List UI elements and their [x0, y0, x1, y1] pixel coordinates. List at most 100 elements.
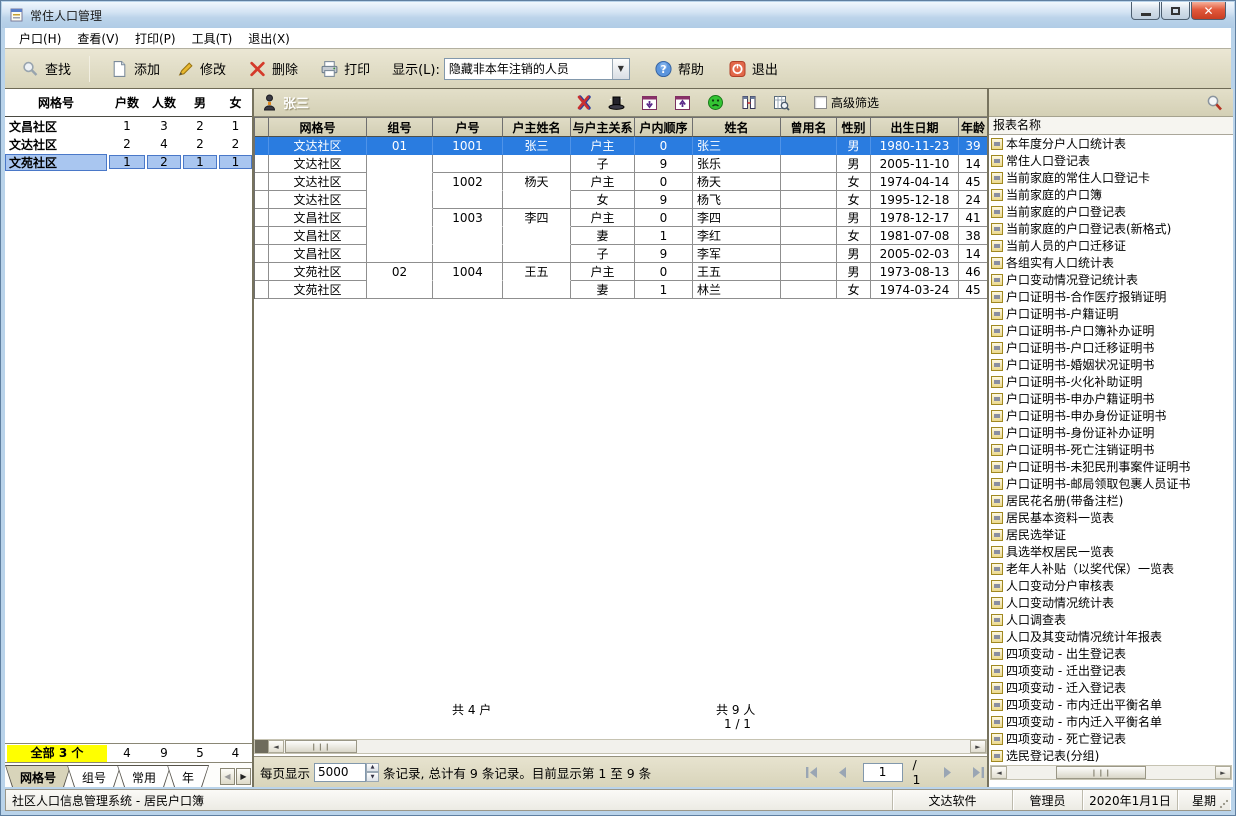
report-item[interactable]: 户口证明书-身份证补办证明	[989, 424, 1233, 441]
report-item[interactable]: 当前家庭的户口登记表	[989, 203, 1233, 220]
scrollbar-thumb[interactable]: ❙❙❙	[1056, 766, 1146, 779]
report-item[interactable]: 四项变动 - 死亡登记表	[989, 730, 1233, 747]
print-button[interactable]: 打印	[312, 55, 378, 82]
spinner-down-icon[interactable]: ▼	[366, 772, 379, 782]
tab-组号[interactable]: 组号	[67, 765, 121, 787]
column-header[interactable]: 网格号	[269, 118, 367, 137]
report-item[interactable]: 四项变动 - 迁入登记表	[989, 679, 1233, 696]
scrollbar-track[interactable]	[1147, 766, 1215, 779]
table-row[interactable]: 文昌社区妻1李红女1981-07-0838	[255, 227, 988, 245]
report-item[interactable]: 人口及其变动情况统计年报表	[989, 628, 1233, 645]
table-row[interactable]: 文达社区1002杨天户主0杨天女1974-04-1445	[255, 173, 988, 191]
table-row[interactable]: 文达社区子9张乐男2005-11-1014	[255, 155, 988, 173]
row-selector[interactable]	[255, 281, 269, 299]
row-selector[interactable]	[255, 209, 269, 227]
scrollbar-thumb[interactable]: ❙❙❙	[285, 740, 357, 753]
report-item[interactable]: 四项变动 - 市内迁出平衡名单	[989, 696, 1233, 713]
report-item[interactable]: 户口变动情况登记统计表	[989, 271, 1233, 288]
column-header[interactable]: 户内顺序	[635, 118, 693, 137]
report-item[interactable]: 当前家庭的户口登记表(新格式)	[989, 220, 1233, 237]
magic-hat-icon[interactable]	[607, 94, 626, 112]
excel-export-icon[interactable]	[574, 94, 593, 112]
table-row[interactable]: 文苑社区妻1林兰女1974-03-2445	[255, 281, 988, 299]
row-selector[interactable]	[255, 137, 269, 155]
row-selector[interactable]	[255, 263, 269, 281]
column-header[interactable]: 与户主关系	[571, 118, 635, 137]
report-item[interactable]: 户口证明书-死亡注销证明书	[989, 441, 1233, 458]
face-status-icon[interactable]	[706, 94, 725, 112]
report-item[interactable]: 户口证明书-火化补助证明	[989, 373, 1233, 390]
menu-item[interactable]: 退出(X)	[240, 28, 298, 49]
tab-年[interactable]: 年	[167, 765, 209, 787]
report-search-icon[interactable]	[1205, 94, 1223, 112]
delete-button[interactable]: 删除	[240, 55, 306, 82]
report-item[interactable]: 四项变动 - 市内迁入平衡名单	[989, 713, 1233, 730]
report-item[interactable]: 各组实有人口统计表	[989, 254, 1233, 271]
table-row[interactable]: 文昌社区子9李军男2005-02-0314	[255, 245, 988, 263]
report-item[interactable]: 户口证明书-户口迁移证明书	[989, 339, 1233, 356]
edit-button[interactable]: 修改	[168, 55, 234, 82]
first-page-button[interactable]	[802, 762, 822, 782]
report-item[interactable]: 户口证明书-合作医疗报销证明	[989, 288, 1233, 305]
menu-item[interactable]: 工具(T)	[184, 28, 241, 49]
report-item[interactable]: 户口证明书-户籍证明	[989, 305, 1233, 322]
column-header[interactable]: 组号	[367, 118, 433, 137]
report-item[interactable]: 户口证明书-婚姻状况证明书	[989, 356, 1233, 373]
menu-item[interactable]: 查看(V)	[69, 28, 127, 49]
report-horizontal-scrollbar[interactable]: ◄ ❙❙❙ ►	[990, 765, 1232, 780]
grid-summary-row[interactable]: 文昌社区1321	[5, 117, 252, 135]
exit-button[interactable]: 退出	[720, 55, 786, 82]
report-item[interactable]: 户口证明书-申办户籍证明书	[989, 390, 1233, 407]
table-row[interactable]: 文达社区011001张三户主0张三男1980-11-2339	[255, 137, 988, 155]
report-item[interactable]: 当前家庭的常住人口登记卡	[989, 169, 1233, 186]
per-page-input[interactable]	[314, 763, 366, 782]
report-item[interactable]: 四项变动 - 迁出登记表	[989, 662, 1233, 679]
report-item[interactable]: 户口证明书-申办身份证证明书	[989, 407, 1233, 424]
report-item[interactable]: 户口证明书-户口簿补办证明	[989, 322, 1233, 339]
find-button[interactable]: 查找	[13, 55, 79, 82]
report-item[interactable]: 本年度分户人口统计表	[989, 135, 1233, 152]
report-item[interactable]: 老年人补贴（以奖代保）一览表	[989, 560, 1233, 577]
scroll-right-arrow[interactable]: ►	[970, 740, 986, 753]
row-selector[interactable]	[255, 155, 269, 173]
prev-page-button[interactable]	[832, 762, 852, 782]
tab-网格号[interactable]: 网格号	[5, 765, 71, 787]
resize-grip[interactable]	[1219, 799, 1228, 808]
next-page-button[interactable]	[937, 762, 957, 782]
table-horizontal-scrollbar[interactable]: ◄ ❙❙❙ ►	[254, 739, 987, 754]
per-page-spinner[interactable]: ▲ ▼	[366, 763, 379, 782]
help-button[interactable]: ? 帮助	[646, 55, 712, 82]
row-selector[interactable]	[255, 191, 269, 209]
scroll-left-arrow[interactable]: ◄	[268, 740, 284, 753]
table-row[interactable]: 文昌社区1003李四户主0李四男1978-12-1741	[255, 209, 988, 227]
tab-常用[interactable]: 常用	[117, 765, 171, 787]
print-preview-icon[interactable]	[772, 94, 791, 112]
column-header[interactable]: 户主姓名	[503, 118, 571, 137]
tab-scroll-left-icon[interactable]: ◀	[220, 768, 235, 785]
spinner-up-icon[interactable]: ▲	[366, 763, 379, 773]
report-item[interactable]: 具选举权居民一览表	[989, 543, 1233, 560]
report-item[interactable]: 四项变动 - 出生登记表	[989, 645, 1233, 662]
columns-icon[interactable]	[739, 94, 758, 112]
menu-item[interactable]: 打印(P)	[127, 28, 184, 49]
report-item[interactable]: 常住人口登记表	[989, 152, 1233, 169]
report-item[interactable]: 人口变动情况统计表	[989, 594, 1233, 611]
report-item[interactable]: 居民花名册(带备注栏)	[989, 492, 1233, 509]
scrollbar-track[interactable]	[358, 740, 970, 753]
column-header[interactable]: 年龄	[959, 118, 988, 137]
column-header[interactable]: 性别	[837, 118, 871, 137]
report-item[interactable]: 当前家庭的户口簿	[989, 186, 1233, 203]
scroll-left-arrow[interactable]: ◄	[991, 766, 1007, 779]
report-item[interactable]: 人口调查表	[989, 611, 1233, 628]
column-header[interactable]: 曾用名	[781, 118, 837, 137]
row-selector[interactable]	[255, 173, 269, 191]
minimize-button[interactable]	[1131, 2, 1160, 20]
close-button[interactable]: ✕	[1191, 2, 1226, 20]
import-window-up-icon[interactable]	[673, 94, 692, 112]
column-header[interactable]: 户号	[433, 118, 503, 137]
advanced-filter-checkbox[interactable]	[814, 96, 827, 109]
report-item[interactable]: 居民基本资料一览表	[989, 509, 1233, 526]
report-item[interactable]: 选民登记表(分组)	[989, 747, 1233, 764]
restore-button[interactable]	[1161, 2, 1190, 20]
table-row[interactable]: 文苑社区021004王五户主0王五男1973-08-1346	[255, 263, 988, 281]
